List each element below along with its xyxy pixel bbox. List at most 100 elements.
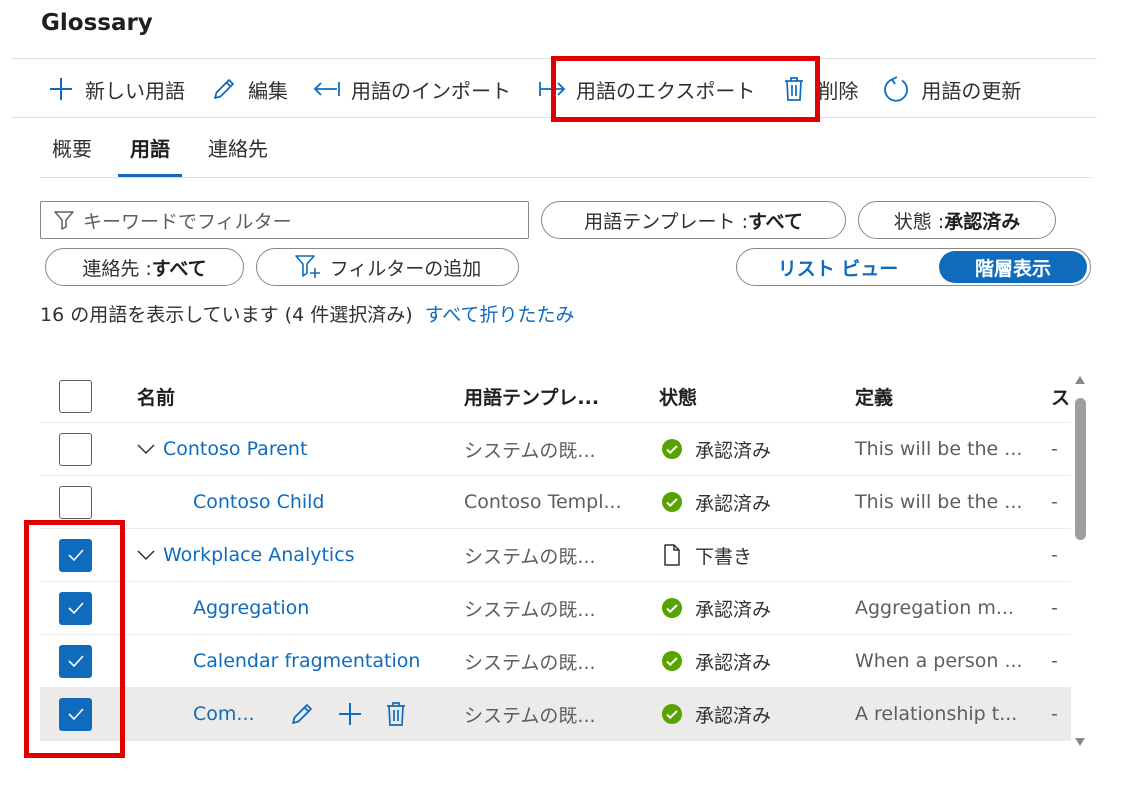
add-filter-button[interactable]: フィルターの追加 xyxy=(256,248,519,286)
pencil-icon xyxy=(209,74,239,104)
check-circle-icon xyxy=(659,648,685,674)
column-header-definition[interactable]: 定義 xyxy=(855,383,893,410)
edit-button[interactable]: 編集 xyxy=(209,74,288,104)
scrollbar-thumb[interactable] xyxy=(1075,398,1086,540)
term-definition-cell: When a person ... xyxy=(855,650,1023,672)
tab-terms[interactable]: 用語 xyxy=(118,133,182,177)
term-status-cell: 承認済み xyxy=(659,648,771,675)
scroll-up-arrow-icon[interactable] xyxy=(1073,375,1087,387)
page-title: Glossary xyxy=(41,10,153,36)
collapse-all-link[interactable]: すべて折りたたみ xyxy=(425,304,575,326)
term-status-cell: 承認済み xyxy=(659,595,771,622)
table-row[interactable]: Contoso Parent システムの既... 承認済み This will … xyxy=(40,423,1071,476)
table-row[interactable]: Contoso Child Contoso Templ... 承認済み This… xyxy=(40,476,1071,529)
chevron-down-icon[interactable] xyxy=(137,443,163,455)
term-name-link[interactable]: Calendar fragmentation xyxy=(193,650,420,672)
table-row[interactable]: Workplace Analytics システムの既... 下書き - xyxy=(40,529,1071,582)
scroll-down-arrow-icon[interactable] xyxy=(1073,737,1087,749)
term-status-text: 承認済み xyxy=(695,598,772,621)
table-header-row: 名前 用語テンプレ... 状態 定義 ス xyxy=(40,370,1071,423)
tab-divider xyxy=(40,177,1091,178)
term-definition-cell: Aggregation m... xyxy=(855,597,1014,619)
hierarchy-view-option[interactable]: 階層表示 xyxy=(939,251,1087,283)
term-definition-cell: This will be the ... xyxy=(855,438,1023,460)
term-name-cell: Aggregation xyxy=(193,597,309,619)
chevron-down-icon[interactable] xyxy=(137,549,163,561)
filter-add-icon xyxy=(294,254,322,280)
new-term-button[interactable]: 新しい用語 xyxy=(46,74,185,104)
column-header-status[interactable]: 状態 xyxy=(659,383,697,410)
tab-contacts[interactable]: 連絡先 xyxy=(208,133,268,177)
refresh-icon xyxy=(882,74,912,104)
keyword-filter-input[interactable]: キーワードでフィルター xyxy=(40,201,529,239)
new-term-label: 新しい用語 xyxy=(85,78,185,103)
export-highlight-box xyxy=(551,56,820,122)
contact-filter-pill[interactable]: 連絡先 : すべて xyxy=(45,248,244,286)
term-definition-cell: A relationship t... xyxy=(855,703,1018,725)
term-status-cell: 承認済み xyxy=(659,701,771,728)
list-view-option[interactable]: リスト ビュー xyxy=(737,254,939,281)
term-template-cell: システムの既... xyxy=(464,651,596,674)
term-name-link[interactable]: Com... xyxy=(193,703,255,725)
column-header-template[interactable]: 用語テンプレ... xyxy=(464,383,599,410)
status-filter-value: 承認済み xyxy=(944,210,1021,233)
term-name-link[interactable]: Contoso Child xyxy=(193,491,325,513)
term-status-text: 下書き xyxy=(695,545,753,568)
table-row[interactable]: Com... システムの既... 承認済み A relationship t..… xyxy=(40,688,1071,741)
term-definition-cell: This will be the ... xyxy=(855,491,1023,513)
select-all-checkbox[interactable] xyxy=(59,379,92,413)
check-circle-icon xyxy=(659,595,685,621)
result-count-text: 16 の用語を表示しています (4 件選択済み) xyxy=(40,304,413,326)
term-extra-cell: - xyxy=(1051,597,1058,619)
delete-label: 削除 xyxy=(818,78,859,103)
term-status-text: 承認済み xyxy=(695,439,772,462)
term-extra-cell: - xyxy=(1051,544,1058,566)
tab-bar: 概要 用語 連絡先 xyxy=(52,133,306,177)
import-arrow-icon xyxy=(312,74,342,104)
term-extra-cell: - xyxy=(1051,491,1058,513)
template-filter-value: すべて xyxy=(747,210,803,233)
template-filter-pill[interactable]: 用語テンプレート : すべて xyxy=(541,201,846,239)
template-filter-label: 用語テンプレート : xyxy=(584,210,748,233)
term-extra-cell: - xyxy=(1051,650,1058,672)
selection-highlight-box xyxy=(24,520,125,758)
refresh-terms-button[interactable]: 用語の更新 xyxy=(882,74,1021,104)
term-template-cell: システムの既... xyxy=(464,439,596,462)
row-edit-pencil-icon[interactable] xyxy=(289,701,315,727)
contact-filter-value: すべて xyxy=(151,257,207,280)
column-header-name[interactable]: 名前 xyxy=(137,383,175,410)
keyword-filter-placeholder: キーワードでフィルター xyxy=(83,210,292,233)
table-row[interactable]: Aggregation システムの既... 承認済み Aggregation m… xyxy=(40,582,1071,635)
row-checkbox[interactable] xyxy=(59,485,92,519)
term-status-cell: 承認済み xyxy=(659,436,771,463)
row-checkbox[interactable] xyxy=(59,432,92,466)
term-name-cell: Contoso Parent xyxy=(137,438,307,460)
command-bar: 新しい用語 編集 用語のインポート 用語のエクスポート 削除 用語の更新 xyxy=(46,66,1021,112)
term-name-cell: Calendar fragmentation xyxy=(193,650,420,672)
row-add-plus-icon[interactable] xyxy=(337,701,363,727)
term-name-cell: Workplace Analytics xyxy=(137,544,355,566)
term-template-cell: システムの既... xyxy=(464,704,596,727)
term-name-cell: Contoso Child xyxy=(193,491,325,513)
edit-label: 編集 xyxy=(248,78,288,103)
row-actions xyxy=(289,701,407,727)
terms-table: 名前 用語テンプレ... 状態 定義 ス Contoso Parent システム… xyxy=(40,370,1071,741)
term-status-text: 承認済み xyxy=(695,651,772,674)
status-filter-label: 状態 : xyxy=(893,210,945,233)
import-terms-button[interactable]: 用語のインポート xyxy=(312,74,511,104)
tab-overview[interactable]: 概要 xyxy=(52,133,92,177)
term-name-link[interactable]: Workplace Analytics xyxy=(163,544,355,566)
term-status-cell: 承認済み xyxy=(659,489,771,516)
term-status-text: 承認済み xyxy=(695,492,772,515)
filter-icon xyxy=(53,210,75,230)
term-name-link[interactable]: Aggregation xyxy=(193,597,309,619)
check-circle-icon xyxy=(659,489,685,515)
column-header-extra[interactable]: ス xyxy=(1051,383,1070,410)
table-row[interactable]: Calendar fragmentation システムの既... 承認済み Wh… xyxy=(40,635,1071,688)
refresh-terms-label: 用語の更新 xyxy=(921,78,1022,103)
add-filter-label: フィルターの追加 xyxy=(329,257,482,280)
row-delete-trash-icon[interactable] xyxy=(385,701,407,727)
status-filter-pill[interactable]: 状態 : 承認済み xyxy=(858,201,1056,239)
check-circle-icon xyxy=(659,436,685,462)
term-name-link[interactable]: Contoso Parent xyxy=(163,438,307,460)
